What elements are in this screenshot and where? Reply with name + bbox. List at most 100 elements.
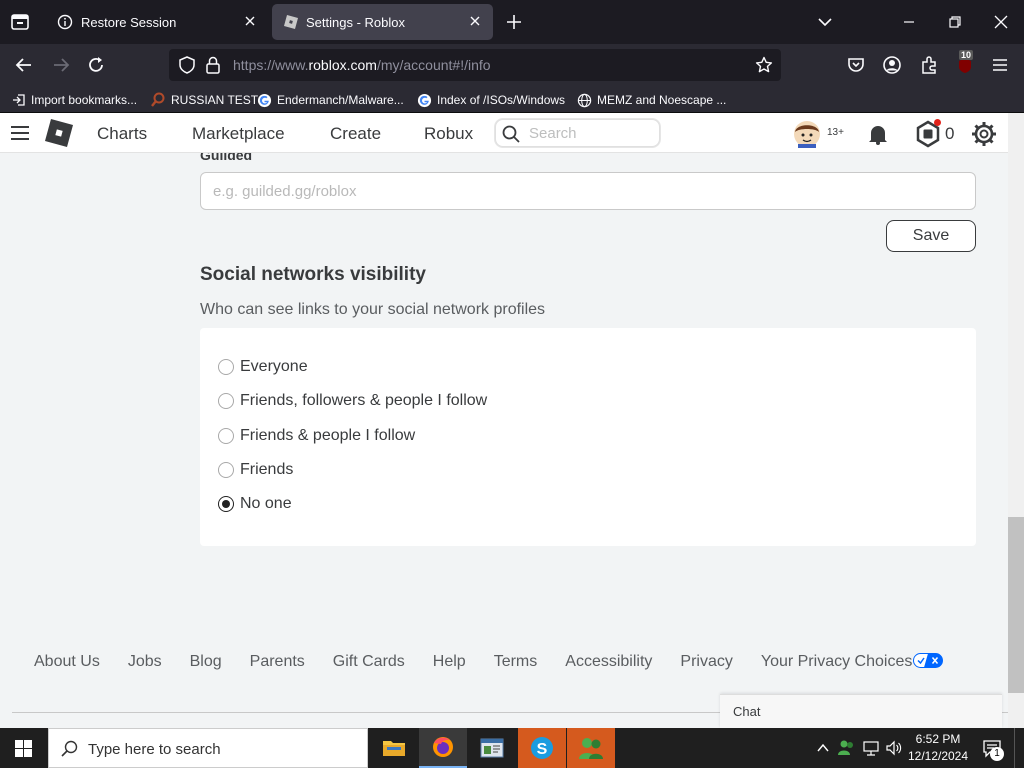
pocket-icon[interactable] [846,55,866,75]
footer-link-terms[interactable]: Terms [494,653,538,671]
nav-create[interactable]: Create [330,124,381,144]
avatar[interactable] [793,120,821,148]
nav-robux[interactable]: Robux [424,124,473,144]
bookmarks-bar: Import bookmarks... RUSSIAN TEST Enderma… [0,86,1024,113]
chat-widget[interactable]: Chat [720,694,1002,728]
search-icon [502,125,520,143]
windows-start-icon[interactable] [15,740,32,757]
radio-option-everyone[interactable]: Everyone [218,358,308,376]
search-icon [61,740,78,757]
lock-icon[interactable] [205,56,221,74]
radio-option-friends[interactable]: Friends [218,461,293,479]
chat-label: Chat [733,704,761,719]
radio-button[interactable] [218,428,234,444]
nav-charts[interactable]: Charts [97,124,147,144]
nav-marketplace[interactable]: Marketplace [192,124,285,144]
radio-button-selected[interactable] [218,496,234,512]
save-button[interactable]: Save [886,220,976,252]
notification-bell-icon[interactable] [866,122,890,146]
restore-window-icon[interactable] [947,14,963,30]
tab-restore-session[interactable]: Restore Session [44,4,268,40]
footer-link-about[interactable]: About Us [34,653,100,671]
close-tab-icon[interactable] [242,13,258,29]
radio-button[interactable] [218,359,234,375]
settings-content: Guilded Save Social networks visibility … [0,153,1008,728]
radio-label: Everyone [240,358,308,375]
radio-option-friends-people-follow[interactable]: Friends & people I follow [218,427,415,445]
action-center-icon[interactable]: 1 [982,738,1004,761]
menu-icon[interactable] [10,124,30,142]
search-input[interactable]: Search [495,119,660,147]
hamburger-menu-icon[interactable] [991,55,1009,75]
google-icon [417,93,432,108]
radio-option-no-one[interactable]: No one [218,495,292,513]
tab-settings-roblox[interactable]: Settings - Roblox [272,4,493,40]
tray-chevron-up-icon[interactable] [816,741,830,755]
footer-link-help[interactable]: Help [433,653,466,671]
file-explorer-icon[interactable] [370,728,418,768]
footer-link-privacy[interactable]: Privacy [680,653,732,671]
radio-label: Friends, followers & people I follow [240,392,488,409]
bookmark-russian-test[interactable]: RUSSIAN TEST [150,90,258,110]
gear-icon[interactable] [970,120,998,148]
bookmark-memz[interactable]: MEMZ and Noescape ... [577,90,726,110]
tray-people-icon[interactable] [837,738,855,756]
footer-link-blog[interactable]: Blog [190,653,222,671]
social-visibility-title: Social networks visibility [200,264,426,285]
new-tab-icon[interactable] [505,13,523,31]
back-arrow-icon[interactable] [14,55,34,75]
bookmark-endermanch[interactable]: Endermanch/Malware... [257,90,404,110]
close-window-icon[interactable] [993,14,1009,30]
robux-icon[interactable] [914,119,942,148]
chevron-down-icon[interactable] [817,14,833,30]
footer-link-privacy-choices[interactable]: Your Privacy Choices [761,653,912,671]
firefox-view-icon[interactable] [10,12,30,32]
guilded-input[interactable] [200,172,976,210]
footer-link-parents[interactable]: Parents [250,653,305,671]
volume-icon[interactable] [885,739,903,757]
people-app-icon[interactable] [567,728,615,768]
close-tab-icon[interactable] [467,13,483,29]
app-window-icon[interactable] [468,728,516,768]
bookmark-index-isos[interactable]: Index of /ISOs/Windows [417,90,565,110]
bookmark-label: Import bookmarks... [31,93,138,107]
forward-arrow-icon[interactable] [51,55,71,75]
reload-icon[interactable] [86,55,106,75]
age-badge: 13+ [827,127,844,138]
taskbar-clock[interactable]: 6:52 PM 12/12/2024 [905,731,971,765]
url-prefix: https://www. [233,57,309,73]
star-icon[interactable] [755,56,773,74]
shield-icon[interactable] [178,56,196,74]
ublock-extension-icon[interactable]: 10 [954,50,976,77]
url-path: /my/account#!/info [376,57,491,73]
footer-link-gift-cards[interactable]: Gift Cards [333,653,405,671]
footer-link-jobs[interactable]: Jobs [128,653,162,671]
guilded-label: Guilded [200,153,253,163]
globe-icon [577,93,592,108]
radio-button[interactable] [218,393,234,409]
taskbar-search-box[interactable]: Type here to search [48,728,368,768]
bookmark-import[interactable]: Import bookmarks... [12,90,137,110]
url-domain: roblox.com [308,57,377,73]
search-placeholder: Search [529,125,577,142]
skype-icon[interactable]: S [518,728,566,768]
scrollbar-thumb[interactable] [1008,517,1024,693]
bookmark-label: Endermanch/Malware... [277,93,404,107]
show-desktop-button[interactable] [1014,728,1024,768]
radio-button[interactable] [218,462,234,478]
roblox-logo-icon[interactable] [44,118,74,148]
extensions-icon[interactable] [919,55,939,75]
url-text[interactable]: https://www.roblox.com/my/account#!/info [233,57,491,73]
footer-links: About Us Jobs Blog Parents Gift Cards He… [34,653,944,671]
account-icon[interactable] [882,55,902,75]
radio-option-friends-followers[interactable]: Friends, followers & people I follow [218,392,487,410]
network-icon[interactable] [862,739,880,757]
firefox-taskbar-icon[interactable] [419,728,467,768]
minimize-icon[interactable] [901,14,917,30]
url-bar[interactable]: https://www.roblox.com/my/account#!/info [169,49,781,81]
footer-link-accessibility[interactable]: Accessibility [565,653,652,671]
roblox-header: Charts Marketplace Create Robux Search 1… [0,113,1008,153]
clock-date: 12/12/2024 [907,749,969,763]
radio-label: Friends [240,461,294,478]
bookmark-label: MEMZ and Noescape ... [597,93,727,107]
